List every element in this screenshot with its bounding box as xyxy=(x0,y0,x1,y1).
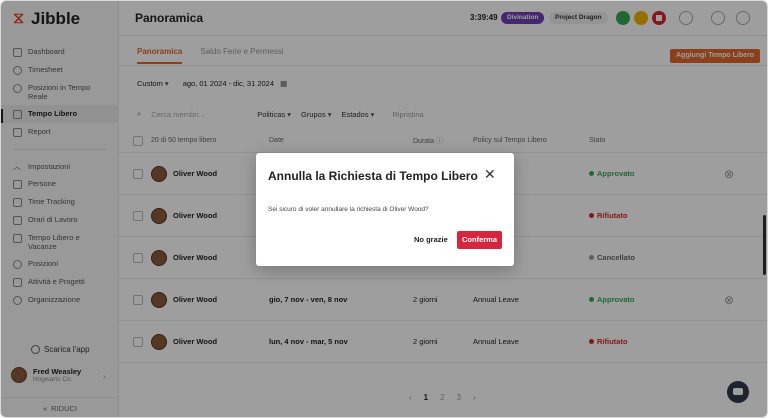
close-icon[interactable]: ✕ xyxy=(484,167,496,181)
confirm-button[interactable]: Conferma xyxy=(457,231,503,249)
dialog-message: Sei sicuro di voler annullare la richies… xyxy=(268,206,429,213)
cancel-time-off-dialog: Annulla la Richiesta di Tempo Libero ✕ S… xyxy=(256,153,514,266)
dialog-title: Annulla la Richiesta di Tempo Libero xyxy=(268,169,478,183)
app-window: ⧖ Jibble Dashboard Timesheet Posizioni i… xyxy=(0,0,768,418)
no-thanks-button[interactable]: No grazie xyxy=(414,235,448,244)
